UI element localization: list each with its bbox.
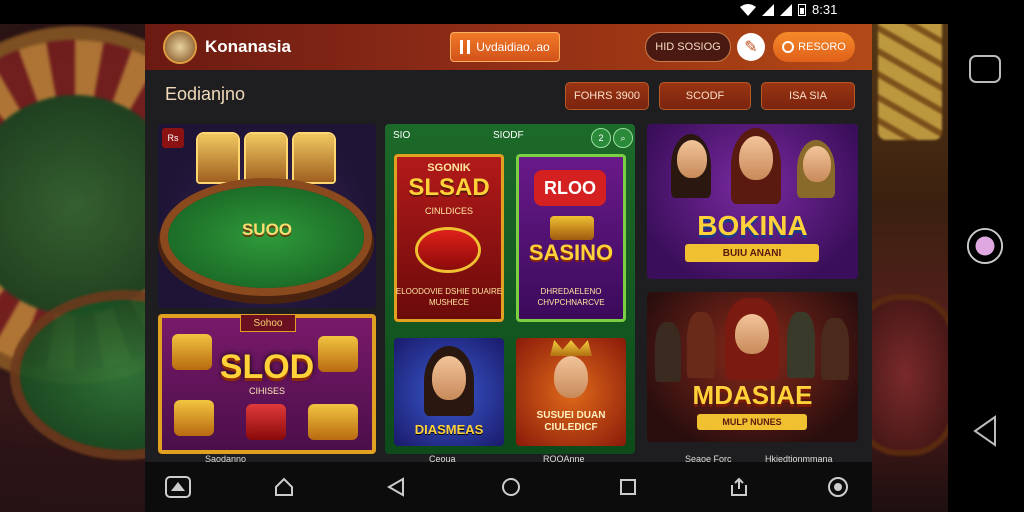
tile-title: SLOD [219,348,315,386]
tile-title: MDASIAE [692,380,813,410]
character-art [655,322,681,382]
tile-footnote: ELOODOVIE DSHIE DUAIRE MUSHECE [395,287,503,307]
tile-title: SASINO [528,240,614,265]
app-header: Konanasia Uvdaidiao..ao HID SOSIOG ✎ RES… [145,24,872,70]
circle-home-icon[interactable] [498,474,524,500]
game-tile-slsad[interactable]: SGONIK SLSAD CINLDICES ELOODOVIE DSHIE D… [394,154,504,322]
column-header: SIO SIODF [393,130,524,141]
status-strip [0,0,1024,24]
character-face [554,356,588,398]
section-title: Eodianjno [165,84,246,104]
game-tile-sugar[interactable]: SUSUEI DUAN CIULEDICF [516,338,626,446]
app-icon[interactable] [165,474,191,500]
app-window: Konanasia Uvdaidiao..ao HID SOSIOG ✎ RES… [145,24,872,512]
status-bar: 8:31 [740,2,837,17]
home-button[interactable] [966,227,1004,265]
gold-bars-icon [550,216,594,240]
bottom-nav-bar [145,462,872,512]
tile-title-top: RLOO [534,170,606,206]
filter-button-3[interactable]: ISA SIA [761,82,855,110]
back-button[interactable] [966,412,1004,450]
brand-logo[interactable] [165,32,195,62]
register-button-label: RESORO [798,41,846,53]
game-tile-roo[interactable]: RLOO SASINO DHREDAELENO CHVPCHNARCVE [516,154,626,322]
search-icon[interactable]: ⌕ [613,128,633,148]
character-art [821,318,849,380]
settings-icon[interactable] [825,474,851,500]
signal-icon [762,3,774,16]
character-face [739,136,773,180]
tile-subtitle: BUIU ANANI [685,244,819,262]
character-face [677,140,707,178]
character-face [735,314,769,354]
system-nav-panel [948,0,1024,512]
tile-title: DIASMEAS [414,422,484,437]
filter-button-1[interactable]: FOHRS 3900 [565,82,649,110]
tile-subtitle: CIHISES [248,386,285,396]
tile-tag: Sohoo [240,314,296,332]
game-tile-mdasiae[interactable]: MDASIAE MULP NUNES [647,292,858,442]
heart-icon [418,230,478,270]
tile-footnote: DHREDAELENO CHVPCHNARCVE [537,287,605,307]
character-art [687,312,715,378]
right-background-art [860,0,950,512]
recents-icon[interactable] [615,474,641,500]
game-tile-slots[interactable]: Sohoo SLOD CIHISES [158,314,376,454]
crown-icon [550,340,592,356]
login-button[interactable]: HID SOSIOG [645,32,731,62]
wifi-icon [740,3,756,16]
clock: 8:31 [812,2,838,17]
ring-icon [782,41,795,53]
character-face [432,356,466,400]
slot-symbol [246,404,286,440]
tile-subtitle: MULP NUNES [697,414,807,430]
back-icon[interactable] [383,474,409,500]
promo-button-label: Uvdaidiao..ao [476,40,550,54]
filter-button-2[interactable]: SCODF [659,82,751,110]
slot-symbol [308,404,358,440]
brand-name: Konanasia [205,37,291,56]
game-tile-poker[interactable]: Rs SUOO [158,124,376,308]
info-icon[interactable]: 2 [591,128,611,148]
tile-title-top: SGONIK [427,162,471,174]
tile-title: SLSAD [408,174,490,201]
game-tile-diasmas[interactable]: DIASMEAS [394,338,504,446]
character-art [787,312,815,378]
tile-title: SUSUEI DUAN CIULEDICF [536,410,606,433]
featured-column: SIO SIODF 2 ⌕ SGONIK SLSAD CINLDICES ELO… [385,124,635,454]
signal-icon-2 [780,3,792,16]
battery-icon [798,3,806,16]
slot-symbol [174,400,214,436]
tile-title: BOKINA [697,210,808,241]
tile-badge: Rs [162,128,184,148]
character-art [294,134,334,182]
game-tile-bonina[interactable]: BOKINA BUIU ANANI [647,124,858,279]
home-icon[interactable] [271,474,297,500]
promo-button[interactable]: Uvdaidiao..ao [450,32,560,62]
tile-subtitle: CINLDICES [424,206,473,216]
recents-button[interactable] [966,50,1004,88]
share-icon[interactable] [726,474,752,500]
character-face [803,146,831,182]
character-art [198,134,238,182]
tile-title: SUOO [241,220,293,239]
character-art [246,134,286,182]
register-button[interactable]: RESORO [773,32,855,62]
pause-icon [460,40,471,54]
user-icon[interactable]: ✎ [737,33,765,61]
